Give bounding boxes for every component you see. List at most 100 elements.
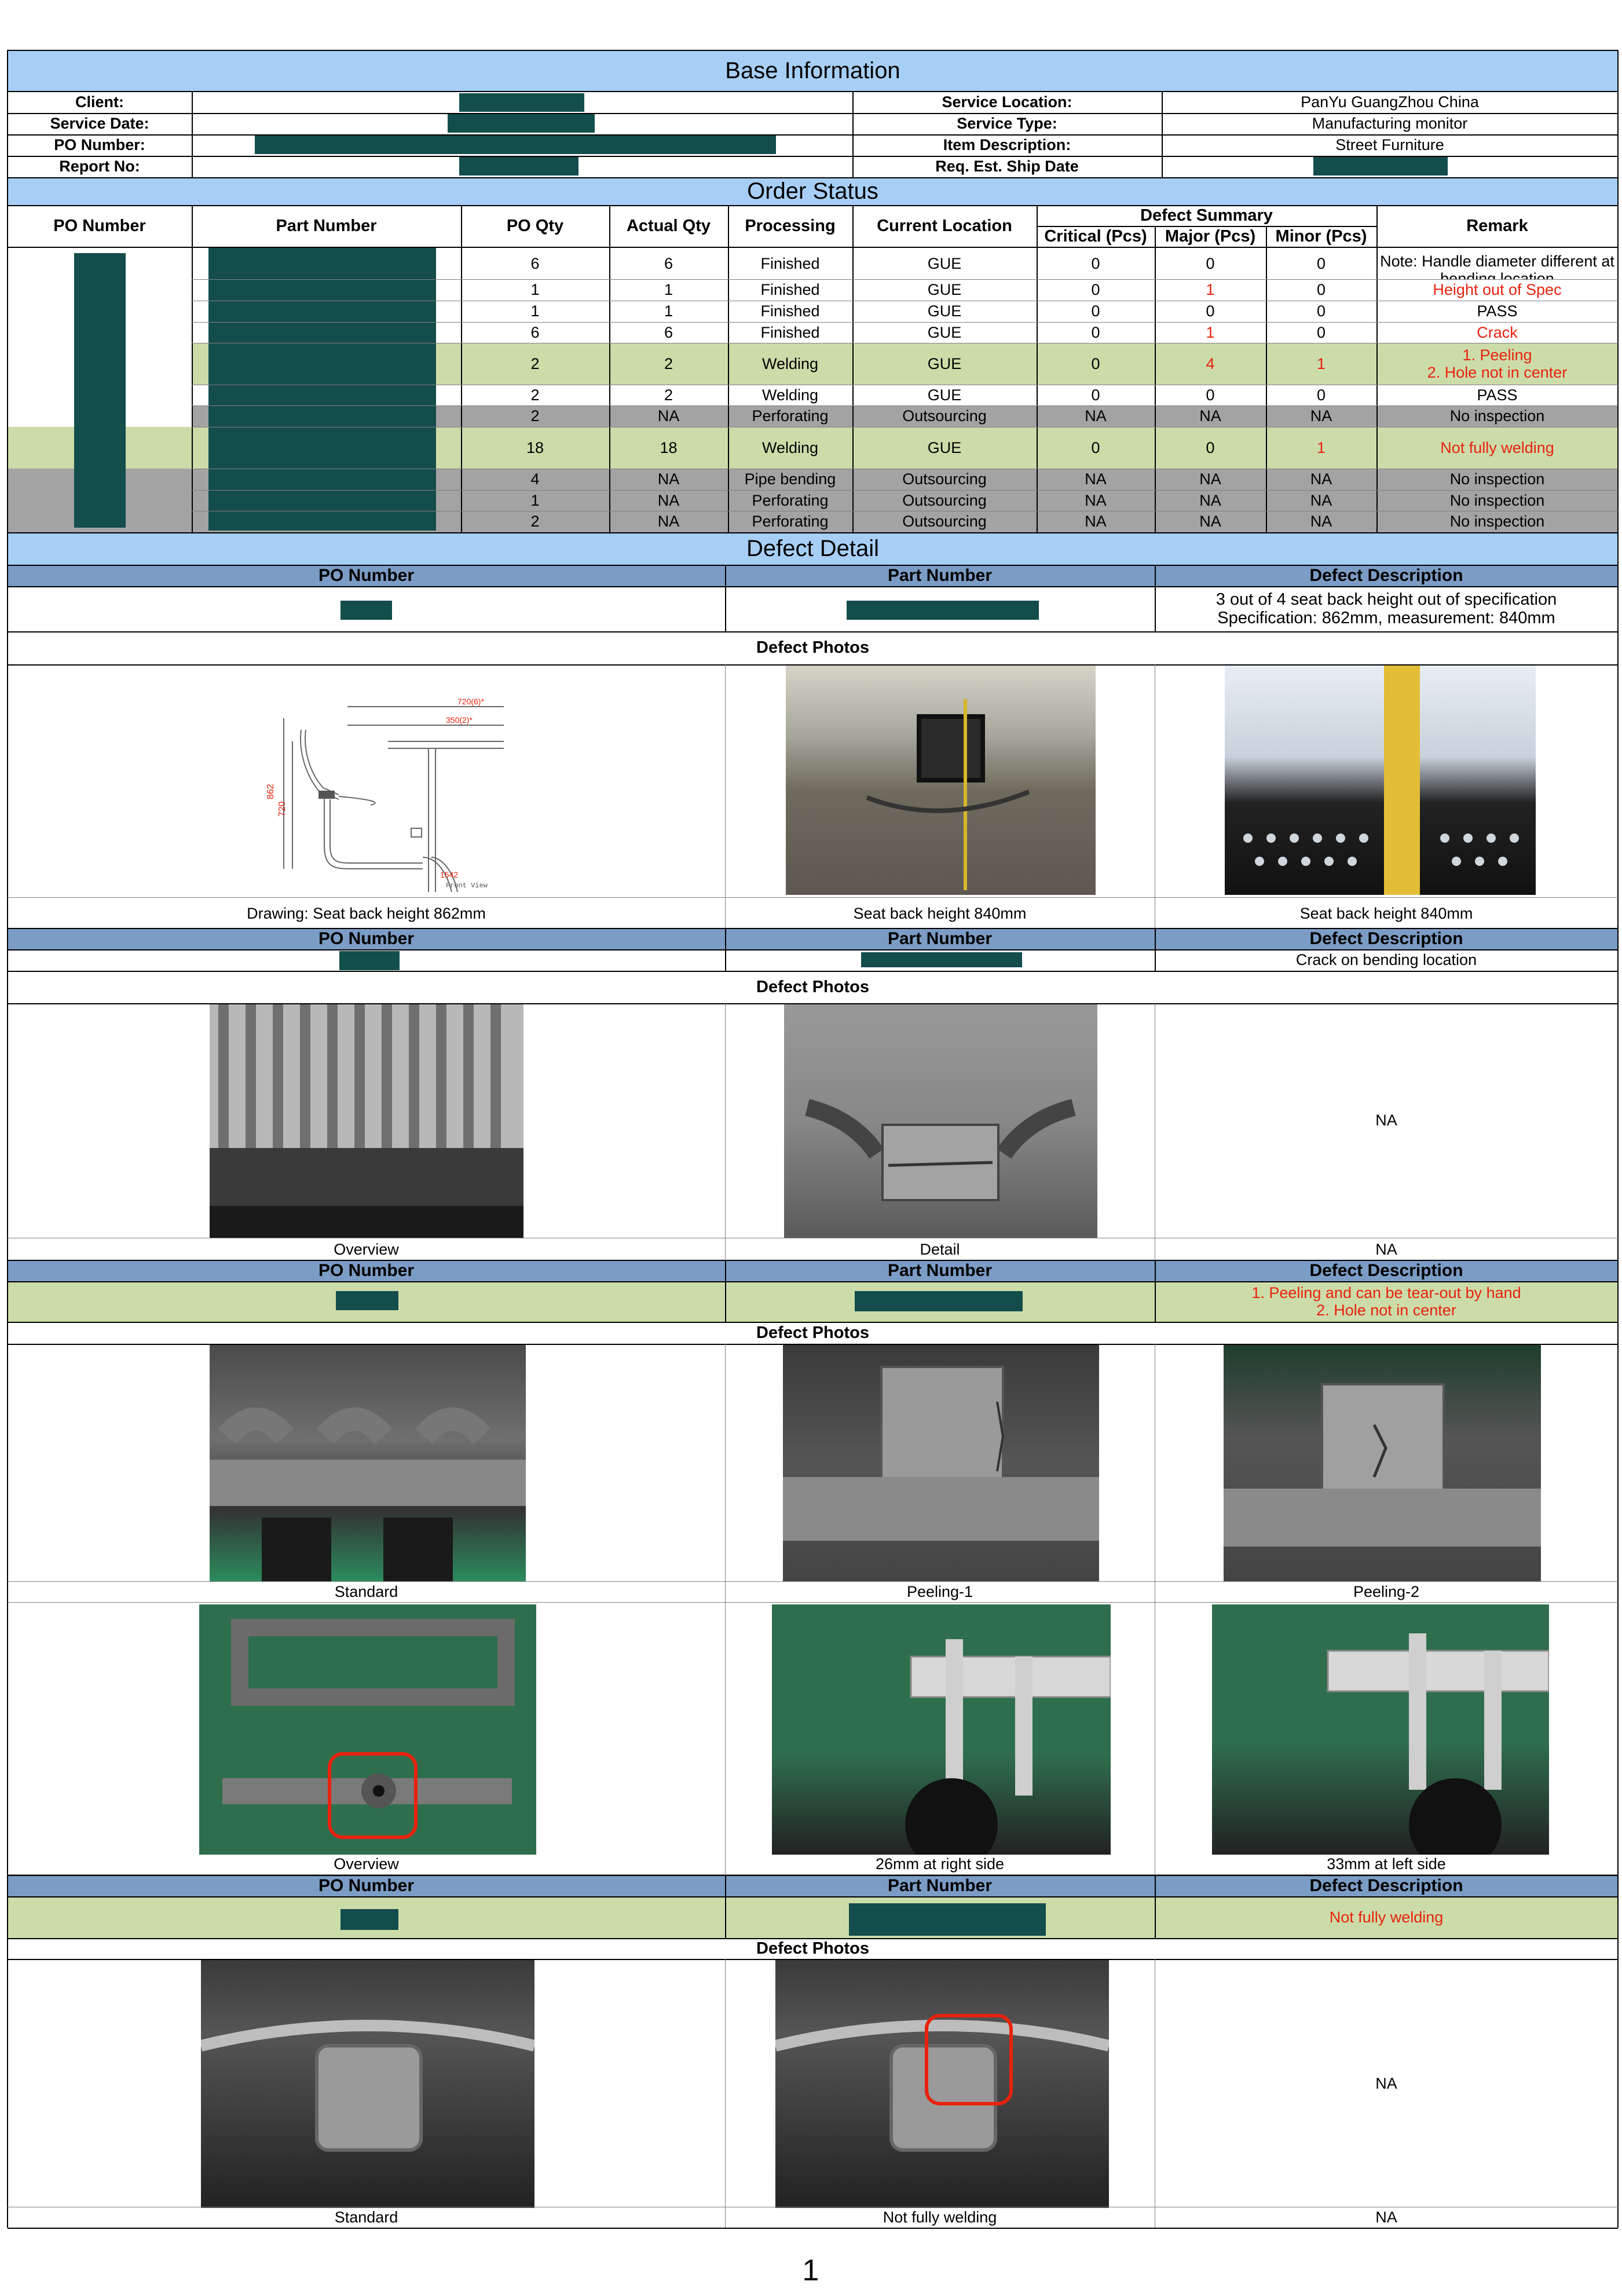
redacted-part-number (847, 601, 1039, 620)
grid-line (725, 1003, 726, 1260)
order-row-remark: No inspection (1449, 470, 1545, 488)
order-row-major: NA (1199, 407, 1221, 425)
order-row-processing: Welding (761, 438, 819, 456)
order-row-minor: 0 (1316, 254, 1326, 272)
order-row-location: GUE (927, 302, 962, 320)
grid-line (725, 1959, 726, 2228)
grid-line (1155, 1875, 1156, 1938)
order-row-critical: 0 (1091, 386, 1100, 404)
section4-photos-label: Defect Photos (756, 1939, 869, 1958)
order-row-processing: Finished (760, 323, 820, 341)
redacted-po-number (336, 1291, 398, 1310)
order-row-location: GUE (927, 354, 962, 372)
order-row-critical: 0 (1091, 281, 1100, 299)
grid-line (8, 1581, 1618, 1582)
order-row-po-qty: 4 (530, 470, 540, 488)
item-description-label: Item Description: (943, 136, 1071, 154)
page-number: 1 (802, 2253, 819, 2287)
section1-caption-3: Seat back height 840mm (1299, 904, 1473, 922)
section4-caption-1: Standard (334, 2208, 398, 2226)
grid-line (852, 205, 854, 532)
crack-overview-photo (210, 1003, 523, 1238)
grid-line (8, 1322, 1618, 1323)
order-row-processing: Finished (760, 254, 820, 272)
grid-line (7, 50, 8, 2228)
seat-drawing: 862 720 720(6)* 350(2)* 1542 Front View (237, 683, 504, 892)
grid-line (8, 2228, 1618, 2229)
item-description-value: Street Furniture (1335, 136, 1444, 154)
grid-line (1376, 205, 1378, 532)
order-row-processing: Perforating (752, 407, 829, 425)
grid-line (1155, 565, 1156, 631)
section2-caption-1: Overview (334, 1240, 399, 1258)
order-row-actual-qty: 1 (664, 302, 673, 320)
redacted-part-number (849, 1903, 1046, 1936)
seat-back-photo-1 (786, 664, 1096, 895)
grid-line (8, 156, 1618, 157)
grid-line (8, 1874, 1618, 1875)
order-row-processing: Perforating (752, 491, 829, 509)
order-row-critical: 0 (1091, 254, 1100, 272)
order-row-processing: Welding (761, 386, 819, 404)
service-location-value: PanYu GuangZhou China (1301, 93, 1479, 111)
grid-line (8, 134, 1618, 136)
grid-line (192, 91, 193, 177)
defect-detail-header: Defect Detail (8, 532, 1618, 565)
grid-line (8, 928, 1618, 929)
drawing-view: Front View (446, 882, 488, 890)
section3-description: 1. Peeling and can be tear-out by hand 2… (1251, 1284, 1521, 1319)
order-row-actual-qty: 6 (664, 323, 673, 341)
order-row-major: 1 (1206, 281, 1215, 299)
section3-caption-3: Peeling-2 (1353, 1582, 1420, 1600)
grid-line (8, 177, 1618, 178)
grid-line (1037, 205, 1038, 532)
section4-part-label: Part Number (725, 1875, 1155, 1896)
section4-na: NA (1375, 2074, 1397, 2092)
order-row-actual-qty: 1 (664, 281, 673, 299)
section3-caption-6: 33mm at left side (1327, 1855, 1446, 1873)
section1-description: 3 out of 4 seat back height out of speci… (1215, 590, 1557, 627)
crack-detail-photo (784, 1003, 1097, 1238)
col-critical: Critical (Pcs) (1044, 226, 1147, 246)
weld-highlight-box (925, 2014, 1013, 2105)
order-row-major: 0 (1206, 302, 1215, 320)
caliper-left-photo (1212, 1604, 1549, 1855)
col-defect-summary: Defect Summary (1140, 206, 1273, 225)
order-row-major: 0 (1206, 386, 1215, 404)
section4-caption-2: Not fully welding (883, 2208, 997, 2226)
hole-overview-photo (199, 1604, 536, 1855)
order-row-remark: PASS (1477, 386, 1518, 404)
order-row-critical: NA (1085, 407, 1107, 425)
grid-line (192, 279, 1618, 280)
order-row-major: NA (1199, 513, 1221, 531)
service-type-value: Manufacturing monitor (1312, 115, 1468, 133)
grid-line (8, 1344, 1618, 1345)
order-row-minor: 1 (1316, 354, 1326, 372)
grid-line (8, 1281, 1618, 1282)
order-row-processing: Finished (760, 302, 820, 320)
order-row-minor: 0 (1316, 386, 1326, 404)
grid-line (192, 205, 193, 532)
drawing-dim1: 862 (266, 784, 276, 799)
grid-line (609, 205, 610, 532)
section4-po-label: PO Number (8, 1875, 725, 1896)
section3-photos-label: Defect Photos (756, 1323, 869, 1342)
redacted-po-number (340, 601, 392, 620)
order-row-remark: Crack (1477, 323, 1518, 341)
col-minor: Minor (Pcs) (1275, 226, 1367, 246)
hole-highlight-box (328, 1752, 418, 1839)
section2-part-label: Part Number (725, 928, 1155, 949)
grid-line (8, 565, 1618, 566)
not-fully-welding-photo (775, 1959, 1109, 2208)
order-row-po-qty: 1 (530, 302, 540, 320)
order-row-minor: 0 (1316, 323, 1326, 341)
order-row-actual-qty: NA (657, 470, 680, 488)
order-row-critical: NA (1085, 491, 1107, 509)
order-row-minor: NA (1310, 491, 1332, 509)
section2-desc-label: Defect Description (1155, 928, 1618, 949)
drawing-top2: 350(2)* (446, 715, 473, 725)
order-row-location: Outsourcing (902, 491, 987, 509)
grid-line (8, 971, 1618, 972)
grid-line (461, 205, 462, 532)
welding-standard-photo (201, 1959, 534, 2208)
